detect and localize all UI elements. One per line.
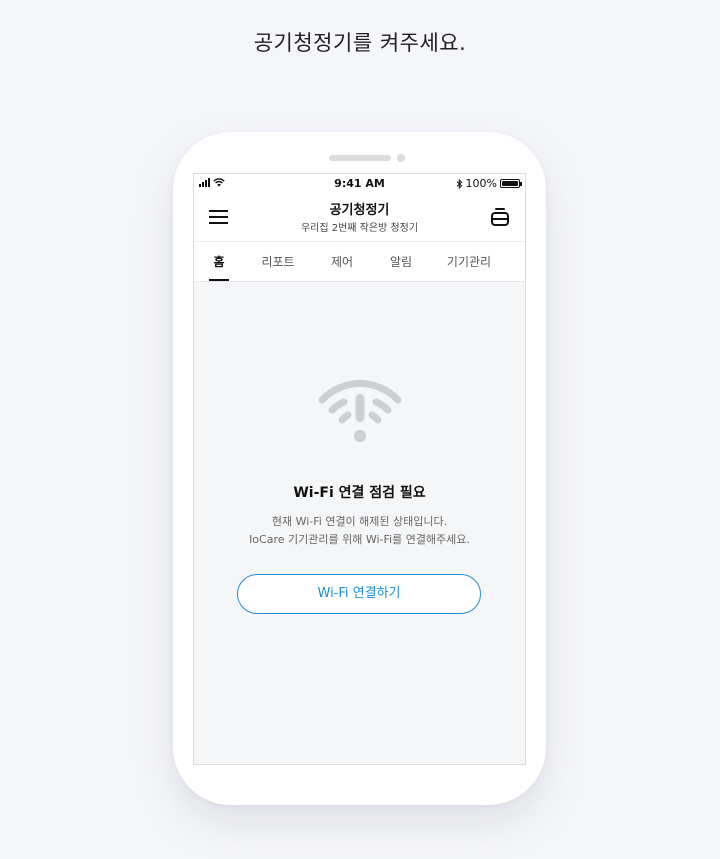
device-subtitle: 우리집 2번째 작은방 청정기 — [300, 223, 419, 234]
error-description-line2: IoCare 기기관리를 위해 Wi-Fi를 연결해주세요. — [249, 533, 470, 546]
app-screen: 9:41 AM 100% 공기청정기 우리집 2번째 작은방 청정기 홈 리포트… — [193, 173, 526, 765]
phone-mockup: 9:41 AM 100% 공기청정기 우리집 2번째 작은방 청정기 홈 리포트… — [173, 132, 546, 805]
wifi-warning-icon — [318, 380, 402, 442]
status-bar: 9:41 AM 100% — [194, 174, 525, 194]
main-content: Wi-Fi 연결 점검 필요 현재 Wi-Fi 연결이 해제된 상태입니다. I… — [194, 282, 525, 764]
wifi-connect-button[interactable]: Wi-Fi 연결하기 — [237, 574, 481, 614]
device-list-icon[interactable] — [490, 207, 510, 227]
bluetooth-icon — [456, 178, 462, 189]
page: 공기청정기를 켜주세요. 9:41 AM 100% 공기청정기 우리집 2번째 … — [0, 0, 720, 859]
tab-home[interactable]: 홈 — [208, 242, 230, 281]
page-title: 공기청정기 — [329, 203, 390, 218]
error-description-line1: 현재 Wi-Fi 연결이 해제된 상태입니다. — [271, 515, 448, 528]
tab-bar: 홈 리포트 제어 알림 기기관리 — [194, 241, 525, 282]
error-title: Wi-Fi 연결 점검 필요 — [293, 485, 426, 501]
tab-control[interactable]: 제어 — [322, 242, 362, 281]
phone-speaker — [329, 155, 391, 161]
phone-camera — [397, 154, 405, 162]
instruction-text: 공기청정기를 켜주세요. — [253, 31, 467, 55]
status-right: 100% — [456, 177, 522, 190]
battery-icon — [500, 179, 522, 188]
app-header: 공기청정기 우리집 2번째 작은방 청정기 — [194, 194, 525, 241]
tab-alerts[interactable]: 알림 — [381, 242, 421, 281]
battery-percent: 100% — [465, 177, 497, 190]
tab-report[interactable]: 리포트 — [254, 242, 302, 281]
tab-device-management[interactable]: 기기관리 — [440, 242, 498, 281]
